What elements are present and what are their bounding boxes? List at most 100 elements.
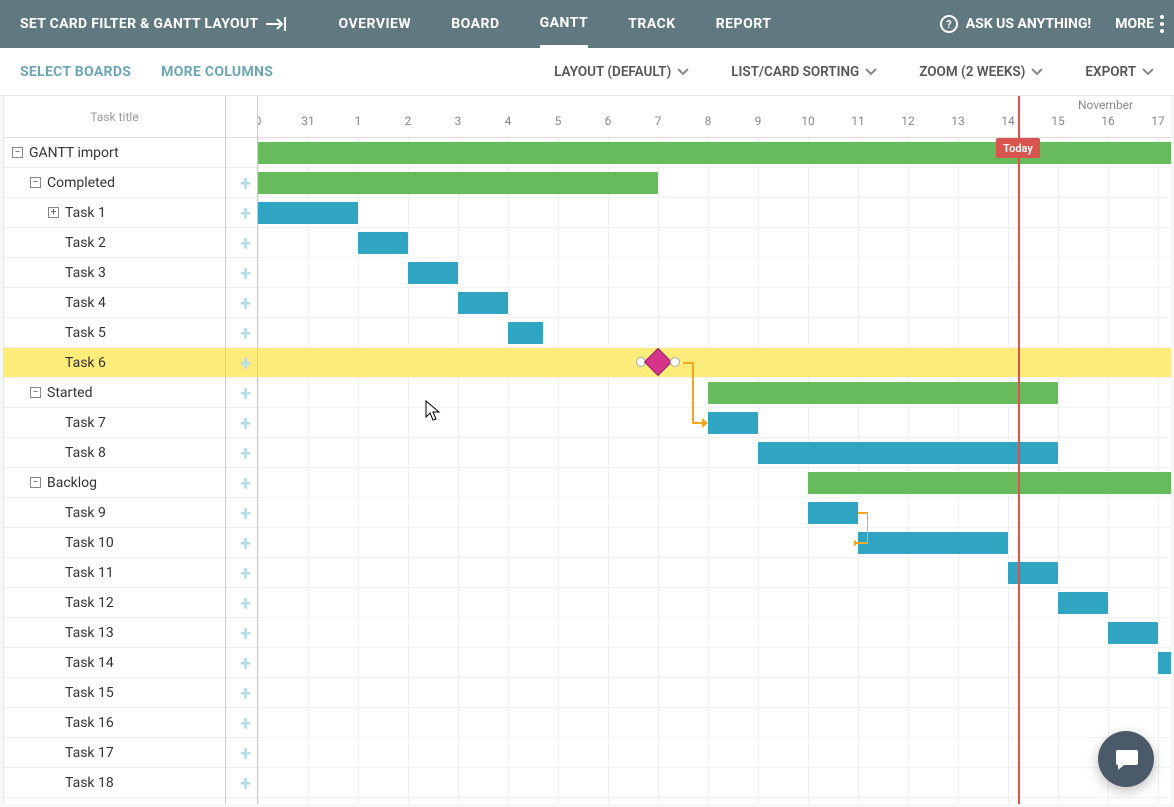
task-row[interactable]: +Task 1: [4, 198, 225, 228]
timeline-row[interactable]: [258, 288, 1171, 318]
timeline-row[interactable]: [258, 648, 1171, 678]
milestone-handle[interactable]: [670, 357, 680, 367]
gantt-bar[interactable]: [358, 232, 408, 254]
timeline-row[interactable]: [258, 198, 1171, 228]
gantt-bar[interactable]: [1158, 652, 1171, 674]
add-subtask-button[interactable]: +: [240, 713, 251, 733]
timeline-row[interactable]: [258, 378, 1171, 408]
gantt-bar[interactable]: [458, 292, 508, 314]
collapse-icon[interactable]: −: [30, 387, 41, 398]
task-row[interactable]: −Completed: [4, 168, 225, 198]
add-subtask-button[interactable]: +: [240, 323, 251, 343]
task-row[interactable]: −GANTT import: [4, 138, 225, 168]
timeline-row[interactable]: [258, 618, 1171, 648]
ask-us-button[interactable]: ? ASK US ANYTHING!: [940, 15, 1091, 33]
add-subtask-button[interactable]: +: [240, 383, 251, 403]
task-row[interactable]: Task 11: [4, 558, 225, 588]
select-boards-button[interactable]: SELECT BOARDS: [20, 64, 131, 80]
milestone[interactable]: [644, 348, 672, 376]
gantt-bar[interactable]: [258, 172, 658, 194]
add-subtask-button[interactable]: +: [240, 353, 251, 373]
collapse-icon[interactable]: −: [12, 147, 23, 158]
export-dropdown[interactable]: EXPORT: [1085, 64, 1154, 80]
more-columns-button[interactable]: MORE COLUMNS: [161, 64, 273, 80]
gantt-bar[interactable]: [1058, 592, 1108, 614]
task-row[interactable]: Task 6: [4, 348, 225, 378]
gantt-bar[interactable]: [808, 472, 1171, 494]
timeline-row[interactable]: [258, 708, 1171, 738]
timeline-row[interactable]: [258, 498, 1171, 528]
layout-dropdown[interactable]: LAYOUT (DEFAULT): [554, 64, 689, 80]
timeline-row[interactable]: [258, 318, 1171, 348]
task-row[interactable]: Task 4: [4, 288, 225, 318]
add-subtask-button[interactable]: +: [240, 413, 251, 433]
add-subtask-button[interactable]: +: [240, 263, 251, 283]
gantt-bar[interactable]: [758, 442, 1058, 464]
add-subtask-button[interactable]: +: [240, 473, 251, 493]
add-subtask-button[interactable]: +: [240, 503, 251, 523]
gantt-bar[interactable]: [408, 262, 458, 284]
add-subtask-button[interactable]: +: [240, 593, 251, 613]
timeline-row[interactable]: [258, 468, 1171, 498]
gantt-bar[interactable]: [1108, 622, 1158, 644]
add-subtask-button[interactable]: +: [240, 173, 251, 193]
expand-icon[interactable]: +: [48, 207, 59, 218]
task-row[interactable]: Task 13: [4, 618, 225, 648]
timeline-row[interactable]: [258, 438, 1171, 468]
task-row[interactable]: Task 8: [4, 438, 225, 468]
more-button[interactable]: MORE: [1115, 15, 1164, 33]
add-subtask-button[interactable]: +: [240, 743, 251, 763]
add-subtask-button[interactable]: +: [240, 653, 251, 673]
sorting-dropdown[interactable]: LIST/CARD SORTING: [731, 64, 877, 80]
task-row[interactable]: −Backlog: [4, 468, 225, 498]
task-row[interactable]: Task 2: [4, 228, 225, 258]
timeline-row[interactable]: [258, 348, 1171, 378]
timeline-row[interactable]: [258, 738, 1171, 768]
add-subtask-button[interactable]: +: [240, 773, 251, 793]
task-row[interactable]: Task 15: [4, 678, 225, 708]
timeline-row[interactable]: [258, 558, 1171, 588]
gantt-bar[interactable]: [508, 322, 543, 344]
timeline-row[interactable]: [258, 168, 1171, 198]
task-row[interactable]: Task 18: [4, 768, 225, 798]
add-subtask-button[interactable]: +: [240, 293, 251, 313]
task-row[interactable]: Task 16: [4, 708, 225, 738]
chat-fab[interactable]: [1098, 731, 1154, 787]
nav-tab-overview[interactable]: OVERVIEW: [338, 0, 411, 48]
task-row[interactable]: Task 9: [4, 498, 225, 528]
nav-tab-report[interactable]: REPORT: [716, 0, 772, 48]
collapse-icon[interactable]: −: [30, 477, 41, 488]
timeline-row[interactable]: [258, 678, 1171, 708]
gantt-bar[interactable]: [1008, 562, 1058, 584]
gantt-bar[interactable]: [808, 502, 858, 524]
timeline[interactable]: 0311234567891011121314151617 November To…: [258, 96, 1171, 804]
add-subtask-button[interactable]: +: [240, 233, 251, 253]
task-row[interactable]: Task 3: [4, 258, 225, 288]
add-subtask-button[interactable]: +: [240, 623, 251, 643]
gantt-bar[interactable]: [708, 382, 1058, 404]
gantt-bar[interactable]: [708, 412, 758, 434]
nav-tab-gantt[interactable]: GANTT: [540, 0, 589, 48]
add-subtask-button[interactable]: +: [240, 443, 251, 463]
nav-tab-board[interactable]: BOARD: [451, 0, 499, 48]
gantt-bar[interactable]: [258, 202, 358, 224]
add-subtask-button[interactable]: +: [240, 203, 251, 223]
add-subtask-button[interactable]: +: [240, 533, 251, 553]
timeline-row[interactable]: [258, 528, 1171, 558]
add-subtask-button[interactable]: +: [240, 563, 251, 583]
task-row[interactable]: Task 14: [4, 648, 225, 678]
task-row[interactable]: Task 12: [4, 588, 225, 618]
timeline-row[interactable]: [258, 258, 1171, 288]
task-row[interactable]: −Started: [4, 378, 225, 408]
task-row[interactable]: Task 5: [4, 318, 225, 348]
gantt-bar[interactable]: [858, 532, 1008, 554]
filter-button[interactable]: SET CARD FILTER & GANTT LAYOUT: [20, 16, 288, 32]
nav-tab-track[interactable]: TRACK: [628, 0, 676, 48]
timeline-row[interactable]: [258, 228, 1171, 258]
add-subtask-button[interactable]: +: [240, 683, 251, 703]
timeline-row[interactable]: [258, 588, 1171, 618]
task-row[interactable]: Task 7: [4, 408, 225, 438]
task-row[interactable]: Task 17: [4, 738, 225, 768]
task-row[interactable]: Task 10: [4, 528, 225, 558]
timeline-row[interactable]: [258, 768, 1171, 798]
